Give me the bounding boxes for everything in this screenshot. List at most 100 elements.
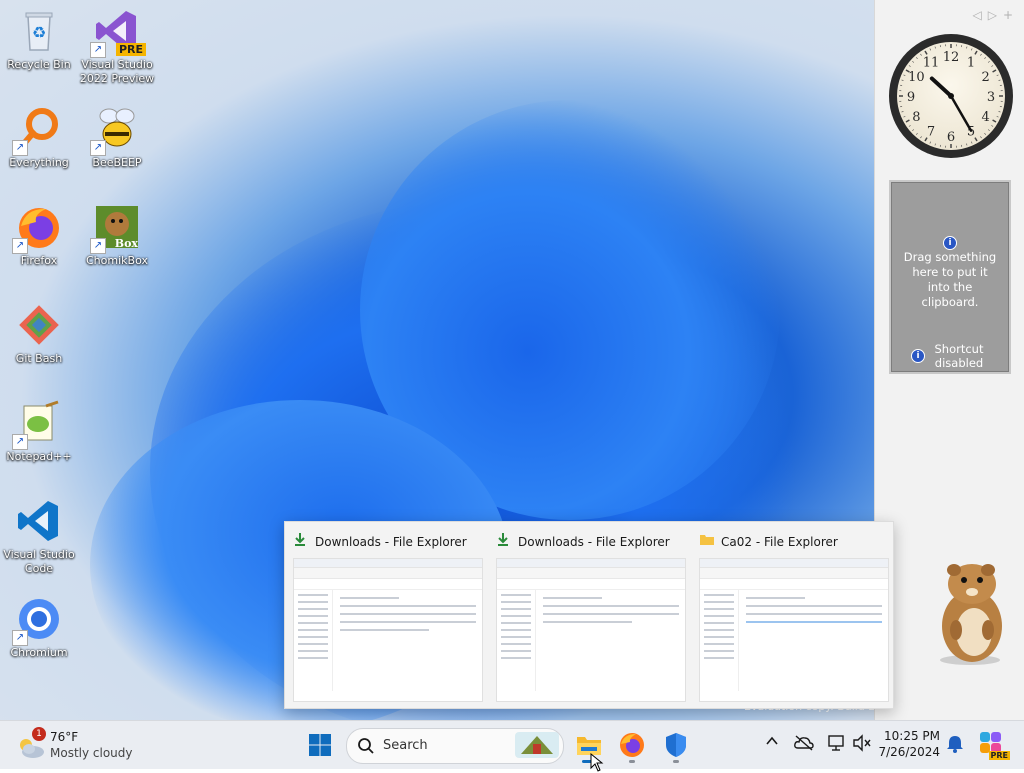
- desktop-icon-firefox[interactable]: ↗ Firefox: [1, 204, 77, 268]
- desktop-icon-label: Firefox: [1, 254, 77, 268]
- taskbar-windows-security[interactable]: [658, 727, 694, 763]
- clock-tick: [935, 144, 936, 146]
- tray-date: 7/26/2024: [878, 744, 940, 760]
- clock-numeral: 4: [982, 110, 990, 125]
- weather-widget[interactable]: 1 76°F Mostly cloudy: [14, 727, 144, 763]
- clock-numeral: 9: [907, 90, 915, 105]
- clock-numeral: 2: [982, 70, 990, 85]
- preview-thumbnail: [496, 558, 686, 702]
- clipboard-shortcut-text: Shortcut disabled: [929, 342, 989, 370]
- clock-tick: [902, 80, 904, 81]
- notepad-plus-plus-icon: ↗: [16, 400, 62, 446]
- clock-tick: [999, 80, 1001, 81]
- bell-icon: [946, 734, 964, 754]
- clock-tick: [930, 142, 931, 144]
- clock-tick: [991, 125, 993, 126]
- clock-minute-hand: [951, 96, 971, 131]
- desktop-icon-chromium[interactable]: ↗ Chromium: [1, 596, 77, 660]
- shortcut-arrow-icon: ↗: [90, 42, 106, 58]
- clock-tick: [909, 65, 911, 66]
- desktop-icon-notepad-plus-plus[interactable]: ↗ Notepad++: [1, 400, 77, 464]
- clock-tick: [988, 129, 989, 130]
- hamster-mascot[interactable]: [926, 560, 1012, 666]
- desktop-icon-vscode[interactable]: Visual Studio Code: [1, 498, 77, 576]
- clock-tray[interactable]: 10:25 PM 7/26/2024: [878, 728, 940, 760]
- visual-studio-preview-icon: ↗ PRE: [94, 8, 140, 54]
- network-tray-button[interactable]: [827, 734, 847, 756]
- windows-logo-icon: [308, 733, 332, 757]
- clock-tick: [975, 138, 977, 141]
- clock-tick: [984, 133, 985, 134]
- preview-thumbnail: [699, 558, 889, 702]
- tray-time: 10:25 PM: [878, 728, 940, 744]
- desktop-icon-label: BeeBEEP: [79, 156, 155, 170]
- clock-tick: [930, 48, 931, 50]
- download-arrow-icon: [496, 532, 510, 549]
- clock-tick: [935, 47, 936, 49]
- desktop-icon-label: Chromium: [1, 646, 77, 660]
- desktop-icon-label: Git Bash: [1, 352, 77, 366]
- taskbar-search-box[interactable]: Search: [346, 728, 564, 764]
- clock-tick: [966, 47, 967, 49]
- desktop-icon-beebeep[interactable]: ↗ BeeBEEP: [79, 106, 155, 170]
- start-button[interactable]: [302, 727, 338, 763]
- clock-tick: [991, 65, 993, 66]
- onedrive-tray-button[interactable]: [794, 735, 814, 755]
- show-hidden-icons-button[interactable]: [762, 733, 782, 757]
- taskbar-firefox[interactable]: [614, 727, 650, 763]
- running-indicator: [629, 760, 635, 763]
- clock-tick: [916, 57, 917, 58]
- preview-window[interactable]: Ca02 - File Explorer: [691, 522, 891, 708]
- clock-tick: [920, 54, 921, 56]
- copilot-button[interactable]: PRE: [978, 730, 1008, 760]
- info-icon: i: [943, 236, 957, 250]
- clock-tick: [906, 120, 909, 122]
- cloud-offline-icon: [794, 735, 814, 751]
- clock-gadget[interactable]: 121234567891011: [889, 34, 1013, 158]
- desktop-icon-label: Recycle Bin: [1, 58, 77, 72]
- chomikbox-icon: ↗ Box: [94, 204, 140, 250]
- desktop-icon-visual-studio-preview[interactable]: ↗ PRE Visual Studio 2022 Preview: [79, 8, 155, 86]
- clock-tick: [971, 142, 972, 144]
- clock-tick: [997, 116, 999, 117]
- clock-tick: [902, 111, 904, 112]
- clock-tick: [971, 48, 972, 50]
- desktop-icon-label: Visual Studio 2022 Preview: [79, 58, 155, 86]
- recycle-bin-icon: ♻: [16, 8, 62, 54]
- firefox-icon: ↗: [16, 204, 62, 250]
- preview-window[interactable]: Downloads - File Explorer: [488, 522, 688, 708]
- clock-center-pin: [948, 93, 954, 99]
- clock-numeral: 7: [927, 125, 935, 140]
- beebeep-icon: ↗: [94, 106, 140, 152]
- notifications-button[interactable]: [946, 734, 964, 758]
- download-arrow-icon: [293, 532, 307, 549]
- clock-dial: 121234567891011: [897, 42, 1005, 150]
- clock-tick: [999, 111, 1001, 112]
- volume-tray-button[interactable]: [852, 734, 872, 756]
- previous-icon[interactable]: ◁: [972, 8, 987, 22]
- clock-tick: [916, 133, 917, 134]
- next-icon[interactable]: ▷: [988, 8, 1003, 22]
- clock-numeral: 12: [943, 50, 960, 65]
- clipboard-gadget[interactable]: i Drag something here to put it into the…: [889, 180, 1011, 374]
- preview-window[interactable]: Downloads - File Explorer: [285, 522, 485, 708]
- desktop-icon-label: Everything: [1, 156, 77, 170]
- clock-numeral: 1: [967, 55, 975, 70]
- add-gadget-icon[interactable]: +: [1003, 8, 1019, 22]
- desktop-icon-everything[interactable]: ↗ Everything: [1, 106, 77, 170]
- clock-tick: [912, 61, 913, 62]
- network-icon: [827, 734, 847, 752]
- desktop-icon-recycle-bin[interactable]: ♻ Recycle Bin: [1, 8, 77, 72]
- desktop-icon-git-bash[interactable]: Git Bash: [1, 302, 77, 366]
- mouse-cursor-icon: [590, 753, 604, 773]
- desktop-icon-label: Visual Studio Code: [1, 548, 77, 576]
- volume-muted-icon: [852, 734, 872, 752]
- search-placeholder: Search: [383, 738, 428, 753]
- clock-face: 121234567891011: [897, 42, 1005, 150]
- desktop-icon-chomikbox[interactable]: ↗ Box ChomikBox: [79, 204, 155, 268]
- weather-temperature: 76°F: [50, 730, 78, 744]
- shortcut-arrow-icon: ↗: [12, 140, 28, 156]
- clock-tick: [920, 136, 921, 138]
- search-icon: [357, 737, 375, 755]
- preview-title: Downloads - File Explorer: [315, 535, 467, 549]
